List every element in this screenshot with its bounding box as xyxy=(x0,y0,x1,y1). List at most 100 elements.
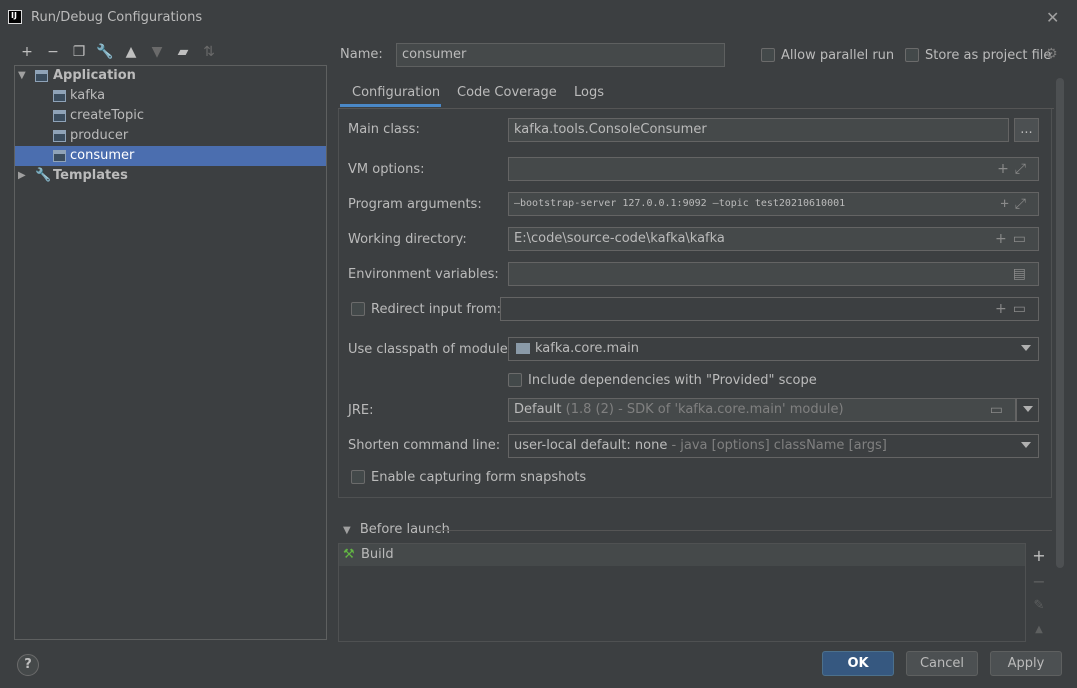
application-icon xyxy=(53,90,66,102)
expand-icon[interactable]: +⤢ xyxy=(1000,193,1032,215)
shorten-command-select[interactable]: user-local default: none - java [options… xyxy=(508,434,1039,458)
vm-options-input[interactable]: +⤢ xyxy=(508,157,1039,181)
classpath-module-label: Use classpath of module: xyxy=(348,342,513,357)
folder-icon[interactable]: ▭ xyxy=(990,399,1009,421)
before-launch-item-label: Build xyxy=(361,547,394,562)
tree-item-consumer[interactable]: consumer xyxy=(15,146,326,166)
tree-item-label: consumer xyxy=(70,148,135,163)
move-up-icon[interactable]: ▲ xyxy=(1029,624,1049,635)
environment-variables-input[interactable]: ▤ xyxy=(508,262,1039,286)
main-class-label: Main class: xyxy=(348,122,420,137)
remove-icon[interactable]: − xyxy=(1029,572,1049,591)
name-label: Name: xyxy=(340,47,383,62)
jre-detail: (1.8 (2) - SDK of 'kafka.core.main' modu… xyxy=(565,402,844,417)
move-up-icon[interactable]: ▲ xyxy=(118,42,144,62)
remove-icon[interactable]: − xyxy=(40,42,66,62)
gear-icon[interactable]: ⚙ xyxy=(1045,46,1058,62)
environment-variables-label: Environment variables: xyxy=(348,267,499,282)
browse-button[interactable]: ... xyxy=(1014,118,1039,142)
working-directory-input[interactable]: E:\code\source-code\kafka\kafka +▭ xyxy=(508,227,1039,251)
tab-logs[interactable]: Logs xyxy=(574,85,604,100)
tab-code-coverage[interactable]: Code Coverage xyxy=(457,85,557,100)
close-icon[interactable]: ✕ xyxy=(1046,8,1059,27)
chevron-down-icon xyxy=(1021,345,1031,351)
intellij-logo-icon: IJ xyxy=(8,10,22,24)
jre-dropdown-button[interactable] xyxy=(1016,398,1039,422)
allow-parallel-label: Allow parallel run xyxy=(781,48,895,63)
form-snapshots-label: Enable capturing form snapshots xyxy=(371,470,587,485)
add-icon[interactable]: + xyxy=(1029,546,1049,565)
apply-button[interactable]: Apply xyxy=(990,651,1062,676)
program-arguments-value: —bootstrap-server 127.0.0.1:9092 —topic … xyxy=(514,198,846,209)
folder-icon[interactable]: +▭ xyxy=(995,298,1032,320)
list-item[interactable]: ⚒ Build xyxy=(339,544,1025,566)
tree-item-kafka[interactable]: kafka xyxy=(15,86,326,106)
add-icon[interactable]: + xyxy=(14,42,40,62)
expand-icon[interactable]: +⤢ xyxy=(997,158,1032,180)
vertical-scrollbar[interactable] xyxy=(1056,78,1064,568)
include-dependencies-label: Include dependencies with "Provided" sco… xyxy=(528,373,817,388)
include-dependencies-checkbox[interactable] xyxy=(508,373,522,387)
tree-item-createtopic[interactable]: createTopic xyxy=(15,106,326,126)
jre-value: Default xyxy=(514,402,562,417)
application-icon xyxy=(53,110,66,122)
edit-list-icon[interactable]: ▤ xyxy=(1013,263,1032,285)
cancel-button[interactable]: Cancel xyxy=(906,651,978,676)
tree-node-label: Application xyxy=(53,68,136,83)
program-arguments-input[interactable]: —bootstrap-server 127.0.0.1:9092 —topic … xyxy=(508,192,1039,216)
working-directory-value: E:\code\source-code\kafka\kafka xyxy=(514,231,725,246)
help-button[interactable]: ? xyxy=(17,654,39,676)
title-bar: IJ Run/Debug Configurations ✕ xyxy=(0,0,1077,36)
classpath-module-value: kafka.core.main xyxy=(535,341,640,356)
redirect-input-field[interactable]: +▭ xyxy=(500,297,1039,321)
collapse-arrow-icon[interactable]: ▶ xyxy=(18,166,26,186)
tree-node-application[interactable]: ▼ Application xyxy=(15,66,326,86)
folder-add-icon[interactable]: ▰ xyxy=(170,42,196,62)
wrench-icon: 🔧 xyxy=(35,168,52,183)
chevron-down-icon xyxy=(1023,406,1033,412)
tree-item-producer[interactable]: producer xyxy=(15,126,326,146)
edit-icon[interactable]: ✎ xyxy=(1029,598,1049,613)
before-launch-list: ⚒ Build xyxy=(338,543,1026,642)
working-directory-label: Working directory: xyxy=(348,232,467,247)
tree-item-label: kafka xyxy=(70,88,106,103)
application-icon xyxy=(53,130,66,142)
sort-icon[interactable]: ⇅ xyxy=(196,42,222,62)
configuration-tree: ▼ Application kafka createTopic producer… xyxy=(14,65,327,640)
redirect-input-label: Redirect input from: xyxy=(371,302,501,317)
tab-configuration[interactable]: Configuration xyxy=(352,85,440,100)
collapse-arrow-icon: ▼ xyxy=(343,525,351,536)
main-class-input[interactable]: kafka.tools.ConsoleConsumer xyxy=(508,118,1009,142)
tree-node-label: Templates xyxy=(53,168,128,183)
name-input[interactable]: consumer xyxy=(396,43,725,67)
folder-icon[interactable]: +▭ xyxy=(995,228,1032,250)
before-launch-divider xyxy=(432,530,1052,531)
module-icon xyxy=(516,343,530,354)
expand-arrow-icon[interactable]: ▼ xyxy=(18,66,26,86)
move-down-icon[interactable]: ▼ xyxy=(144,42,170,62)
application-icon xyxy=(53,150,66,162)
tree-item-label: producer xyxy=(70,128,129,143)
wrench-icon[interactable]: 🔧 xyxy=(92,42,118,62)
ok-button[interactable]: OK xyxy=(822,651,894,676)
hammer-icon: ⚒ xyxy=(343,547,355,562)
tree-item-label: createTopic xyxy=(70,108,144,123)
redirect-input-checkbox[interactable] xyxy=(351,302,365,316)
allow-parallel-checkbox[interactable] xyxy=(761,48,775,62)
tree-toolbar: + − ❐ 🔧 ▲ ▼ ▰ ⇅ xyxy=(14,42,222,62)
classpath-module-select[interactable]: kafka.core.main xyxy=(508,337,1039,361)
shorten-command-label: Shorten command line: xyxy=(348,438,501,453)
active-tab-indicator xyxy=(340,104,441,107)
jre-input[interactable]: Default (1.8 (2) - SDK of 'kafka.core.ma… xyxy=(508,398,1016,422)
vm-options-label: VM options: xyxy=(348,162,425,177)
chevron-down-icon xyxy=(1021,442,1031,448)
program-arguments-label: Program arguments: xyxy=(348,197,482,212)
store-project-label: Store as project file xyxy=(925,48,1052,63)
jre-label: JRE: xyxy=(348,403,374,418)
form-snapshots-checkbox[interactable] xyxy=(351,470,365,484)
shorten-command-value: user-local default: none xyxy=(514,438,668,453)
tree-node-templates[interactable]: ▶ 🔧 Templates xyxy=(15,166,326,186)
copy-icon[interactable]: ❐ xyxy=(66,42,92,62)
store-project-checkbox[interactable] xyxy=(905,48,919,62)
shorten-command-detail: - java [options] className [args] xyxy=(667,438,887,453)
